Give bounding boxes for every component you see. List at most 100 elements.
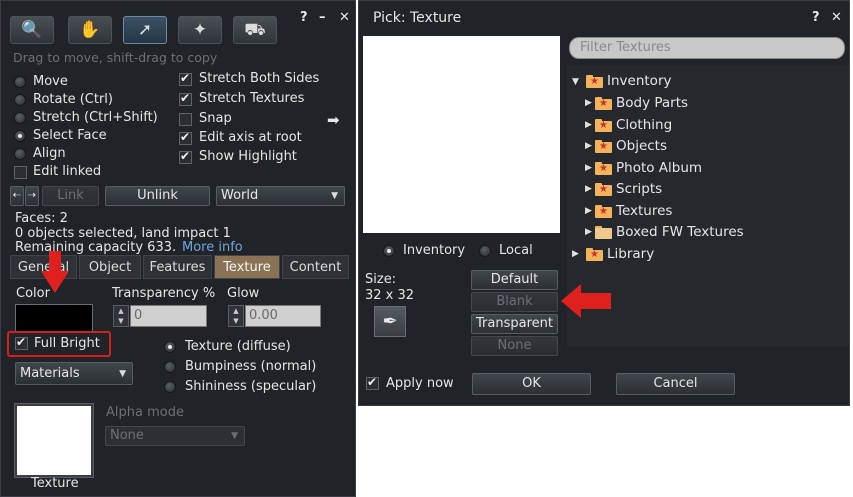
source-inventory-radio[interactable] bbox=[383, 245, 395, 257]
apply-now-label: Apply now bbox=[386, 376, 454, 391]
annotation-left-arrow bbox=[561, 284, 611, 318]
alpha-mode-dropdown[interactable]: None ▼ bbox=[105, 426, 245, 446]
mode-stretch-radio[interactable] bbox=[14, 112, 26, 124]
mode-select-face-radio[interactable] bbox=[14, 130, 26, 142]
help-icon[interactable]: ? bbox=[300, 10, 308, 25]
tab-object[interactable]: Object bbox=[79, 255, 141, 279]
mode-rotate-radio[interactable] bbox=[14, 94, 26, 106]
expand-library-icon[interactable]: ▶ bbox=[572, 249, 579, 259]
folder-icon: ★ bbox=[595, 182, 612, 196]
materials-dropdown[interactable]: Materials ▼ bbox=[15, 362, 133, 385]
transparency-stepper[interactable]: ▲ ▼ bbox=[113, 305, 129, 327]
tree-item-scripts[interactable]: Scripts bbox=[616, 181, 662, 197]
folder-icon: ★ bbox=[595, 139, 612, 153]
expand-body-parts-icon[interactable]: ▶ bbox=[585, 98, 592, 108]
none-button[interactable]: None bbox=[471, 336, 558, 356]
alpha-mode-label: Alpha mode bbox=[106, 405, 184, 420]
color-swatch[interactable] bbox=[15, 304, 93, 332]
expand-clothing-icon[interactable]: ▶ bbox=[585, 120, 592, 130]
map-diffuse-radio[interactable] bbox=[164, 341, 176, 353]
ruler-mode-value: World bbox=[221, 188, 259, 203]
texture-swatch-label: Texture bbox=[31, 476, 79, 491]
tree-item-inventory[interactable]: Inventory bbox=[607, 73, 671, 89]
tree-item-textures[interactable]: Textures bbox=[616, 203, 672, 219]
close-icon[interactable]: ✕ bbox=[831, 10, 842, 25]
minimize-icon[interactable]: – bbox=[319, 10, 326, 25]
land-tool-button[interactable]: ⛟ bbox=[233, 16, 277, 44]
tree-item-objects[interactable]: Objects bbox=[616, 138, 667, 154]
edit-tool-button[interactable]: ➚ bbox=[123, 16, 167, 44]
help-icon[interactable]: ? bbox=[812, 10, 820, 25]
snap-options-arrow-icon[interactable]: ➡ bbox=[327, 111, 340, 129]
stretch-textures-checkbox[interactable] bbox=[179, 91, 192, 106]
focus-tool-button[interactable]: 🔍 bbox=[10, 16, 54, 44]
tree-item-library[interactable]: Library bbox=[607, 246, 654, 262]
tab-content[interactable]: Content bbox=[282, 255, 349, 279]
glow-input[interactable]: 0.00 bbox=[245, 305, 321, 327]
cancel-button[interactable]: Cancel bbox=[616, 373, 735, 395]
size-label: Size: bbox=[365, 272, 397, 287]
texture-swatch[interactable] bbox=[14, 403, 94, 478]
stretch-both-sides-label: Stretch Both Sides bbox=[199, 71, 320, 86]
tree-item-photo-album[interactable]: Photo Album bbox=[616, 160, 702, 176]
glow-stepper[interactable]: ▲ ▼ bbox=[228, 305, 244, 327]
show-highlight-checkbox[interactable] bbox=[179, 149, 192, 164]
map-specular-radio[interactable] bbox=[164, 381, 176, 393]
tree-item-body-parts[interactable]: Body Parts bbox=[616, 95, 688, 111]
ok-button[interactable]: OK bbox=[472, 373, 591, 395]
stretch-both-sides-checkbox[interactable] bbox=[179, 71, 192, 86]
create-tool-button[interactable]: ✦ bbox=[178, 16, 222, 44]
transparency-input[interactable]: 0 bbox=[130, 305, 207, 327]
tree-item-clothing[interactable]: Clothing bbox=[616, 117, 672, 133]
mode-align-radio[interactable] bbox=[14, 148, 26, 160]
tab-features[interactable]: Features bbox=[143, 255, 212, 279]
source-local-radio[interactable] bbox=[479, 245, 491, 257]
select-previous-part-button[interactable]: ⇠ bbox=[10, 186, 24, 206]
folder-icon: ★ bbox=[595, 161, 612, 175]
ruler-mode-dropdown[interactable]: World ▼ bbox=[216, 186, 345, 206]
edit-linked-checkbox[interactable] bbox=[14, 166, 27, 179]
link-button[interactable]: Link bbox=[42, 186, 99, 206]
size-value: 32 x 32 bbox=[365, 288, 415, 303]
folder-icon: ★ bbox=[595, 118, 612, 132]
filter-placeholder: Filter Textures bbox=[580, 40, 671, 55]
filter-textures-input[interactable]: Filter Textures bbox=[569, 37, 845, 59]
folder-icon: ★ bbox=[595, 96, 612, 110]
unlink-button[interactable]: Unlink bbox=[105, 186, 210, 206]
close-icon[interactable]: ✕ bbox=[339, 10, 350, 25]
grab-tool-button[interactable]: ✋ bbox=[68, 16, 112, 44]
mode-align-label: Align bbox=[33, 146, 66, 161]
map-normal-radio[interactable] bbox=[164, 361, 176, 373]
expand-scripts-icon[interactable]: ▶ bbox=[585, 184, 592, 194]
expand-photo-album-icon[interactable]: ▶ bbox=[585, 163, 592, 173]
chevron-down-icon: ▼ bbox=[119, 369, 126, 379]
full-bright-label: Full Bright bbox=[34, 336, 100, 351]
folder-icon: ★ bbox=[586, 247, 603, 261]
mode-move-radio[interactable] bbox=[14, 76, 26, 88]
full-bright-checkbox[interactable] bbox=[15, 335, 28, 350]
eyedropper-button[interactable]: ✒ bbox=[374, 306, 406, 337]
build-floater: 🔍 ✋ ➚ ✦ ⛟ ? – ✕ Drag to move, shift-drag… bbox=[0, 0, 356, 497]
transparent-button[interactable]: Transparent bbox=[471, 314, 558, 334]
select-next-part-button[interactable]: ⇢ bbox=[25, 186, 39, 206]
snap-checkbox[interactable] bbox=[179, 113, 192, 126]
expand-objects-icon[interactable]: ▶ bbox=[585, 141, 592, 151]
alpha-mode-value: None bbox=[110, 428, 144, 443]
map-normal-label: Bumpiness (normal) bbox=[185, 359, 317, 374]
mode-select-face-label: Select Face bbox=[33, 128, 107, 143]
tab-texture[interactable]: Texture bbox=[214, 255, 280, 279]
apply-now-checkbox[interactable] bbox=[366, 375, 379, 390]
drag-hint: Drag to move, shift-drag to copy bbox=[13, 50, 218, 65]
edit-axis-root-checkbox[interactable] bbox=[179, 130, 192, 145]
default-button[interactable]: Default bbox=[471, 270, 558, 290]
expand-inventory-icon[interactable]: ▼ bbox=[572, 77, 579, 87]
show-highlight-label: Show Highlight bbox=[199, 149, 297, 164]
eyedropper-icon: ✒ bbox=[382, 311, 398, 332]
more-info-link[interactable]: More info bbox=[182, 240, 243, 255]
blank-button[interactable]: Blank bbox=[471, 292, 558, 312]
mode-rotate-label: Rotate (Ctrl) bbox=[33, 92, 113, 107]
expand-boxed-fw-icon[interactable]: ▶ bbox=[585, 227, 592, 237]
tree-item-boxed-fw-textures[interactable]: Boxed FW Textures bbox=[616, 224, 744, 240]
expand-textures-icon[interactable]: ▶ bbox=[585, 206, 592, 216]
chevron-down-icon: ▼ bbox=[331, 191, 338, 201]
